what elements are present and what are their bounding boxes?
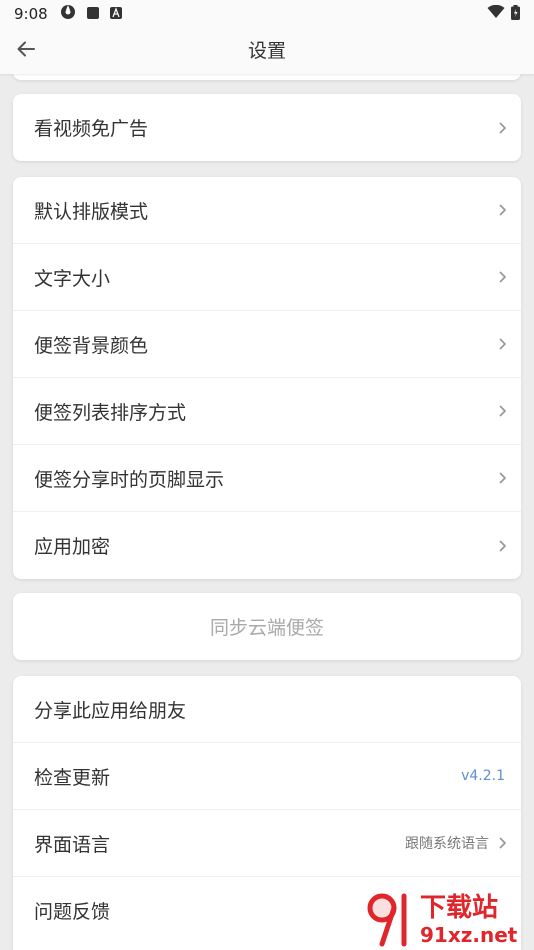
row-label: 看视频免广告 <box>34 118 149 140</box>
chevron-right-icon <box>493 204 507 216</box>
chevron-right-icon <box>493 271 507 283</box>
sync-cloud-notes-button[interactable]: 同步云端便签 <box>13 593 521 660</box>
chevron-right-icon <box>493 122 507 134</box>
sync-card: 同步云端便签 <box>13 593 521 660</box>
row-label: 界面语言 <box>34 833 111 856</box>
share-app-item[interactable]: 分享此应用给朋友 <box>13 676 521 743</box>
note-background-color-item[interactable]: 便签背景颜色 <box>13 311 521 378</box>
watch-video-no-ads-item[interactable]: 看视频免广告 <box>13 94 521 161</box>
chevron-right-icon <box>493 405 507 417</box>
version-value: v4.2.1 <box>461 768 505 784</box>
language-value: 跟随系统语言 <box>405 836 489 852</box>
interface-language-item[interactable]: 界面语言 跟随系统语言 <box>13 810 521 877</box>
site-watermark-logo: 下载站 91xz.net <box>360 886 530 948</box>
ads-card: 看视频免广告 <box>13 94 521 161</box>
app-bar: 设置 <box>0 28 534 74</box>
display-settings-card: 默认排版模式 文字大小 便签背景颜色 便签列表排序方式 便签分享时的页脚显示 应… <box>13 177 521 579</box>
default-layout-mode-item[interactable]: 默认排版模式 <box>13 177 521 244</box>
row-label: 便签分享时的页脚显示 <box>34 468 225 491</box>
text-size-item[interactable]: 文字大小 <box>13 244 521 311</box>
chevron-right-icon <box>493 837 507 849</box>
row-label: 应用加密 <box>34 536 111 558</box>
note-list-sort-item[interactable]: 便签列表排序方式 <box>13 378 521 445</box>
app-encryption-item[interactable]: 应用加密 <box>13 512 521 579</box>
row-label: 便签列表排序方式 <box>34 401 187 424</box>
row-label: 便签背景颜色 <box>34 334 149 357</box>
status-time: 9:08 <box>14 5 48 23</box>
chevron-right-icon <box>493 338 507 350</box>
square-notification-icon <box>86 5 99 23</box>
page-title: 设置 <box>247 40 286 62</box>
row-label: 检查更新 <box>34 766 111 789</box>
a-notification-icon <box>109 5 122 23</box>
row-label: 文字大小 <box>34 267 111 290</box>
watermark-text-bottom: 91xz.net <box>420 923 518 947</box>
app-notification-icon <box>60 4 76 24</box>
chevron-right-icon <box>493 540 507 552</box>
check-update-item[interactable]: 检查更新 v4.2.1 <box>13 743 521 810</box>
status-bar: 9:08 <box>0 0 534 28</box>
chevron-right-icon <box>493 472 507 484</box>
wifi-icon <box>487 4 505 23</box>
row-label: 分享此应用给朋友 <box>34 699 187 722</box>
row-label: 默认排版模式 <box>34 200 149 223</box>
share-footer-display-item[interactable]: 便签分享时的页脚显示 <box>13 445 521 512</box>
watermark-text-top: 下载站 <box>420 893 498 923</box>
battery-icon <box>511 4 520 24</box>
